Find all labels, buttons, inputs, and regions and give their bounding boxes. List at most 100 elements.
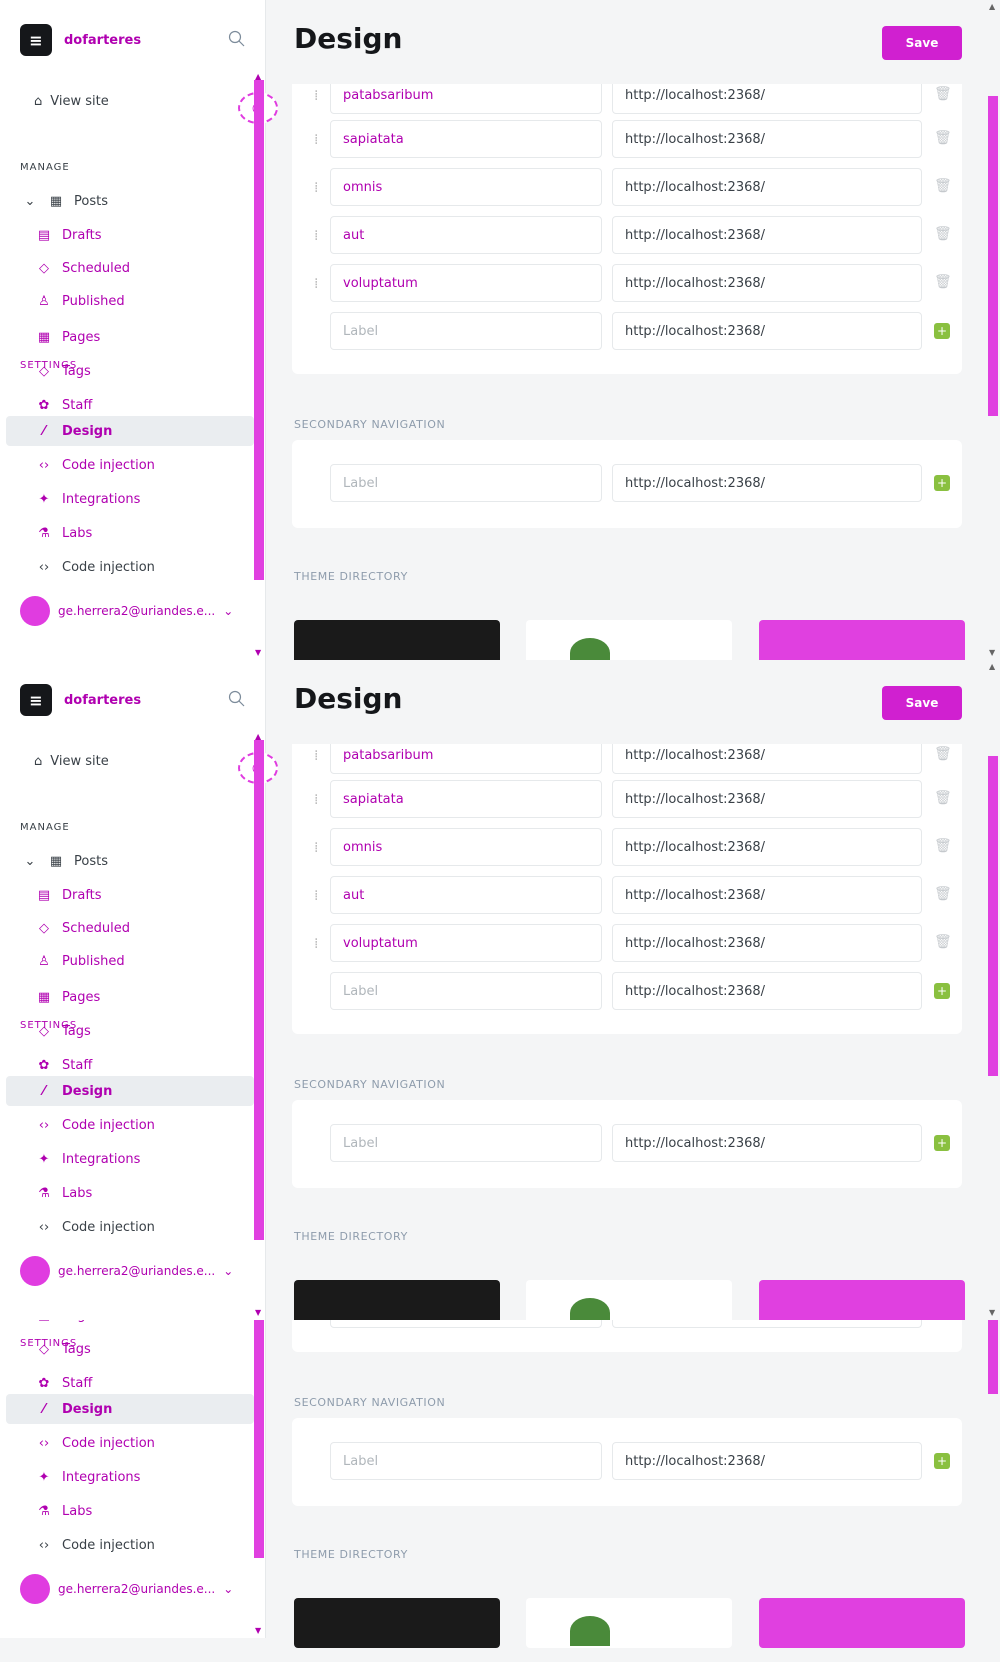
main-scrollbar[interactable] xyxy=(988,96,998,416)
nav-url-input[interactable]: http://localhost:2368/ xyxy=(612,780,922,818)
trash-icon[interactable]: 🗑 xyxy=(934,934,952,950)
trash-icon[interactable]: 🗑 xyxy=(934,274,952,290)
add-icon[interactable]: + xyxy=(934,475,950,491)
scroll-down-icon[interactable]: ▼ xyxy=(989,648,995,657)
drag-handle-icon[interactable]: ⁞ xyxy=(314,936,318,952)
nav-url-input[interactable]: http://localhost:2368/ xyxy=(612,924,922,962)
scroll-down-icon[interactable]: ▼ xyxy=(989,1308,995,1317)
sidebar-item-code-injection[interactable]: ‹› Code injection xyxy=(36,1432,155,1454)
sidebar-scrollbar[interactable] xyxy=(254,80,264,580)
sidebar-item-pages[interactable]: ▦ Pages xyxy=(36,326,100,348)
save-button[interactable]: Save xyxy=(882,26,962,60)
nav-label-input[interactable]: sapiatata xyxy=(330,780,602,818)
sidebar-item-posts[interactable]: ⌄ ▦ Posts xyxy=(22,850,108,872)
secondary-url-input[interactable]: http://localhost:2368/ xyxy=(612,1442,922,1480)
theme-thumbnail[interactable] xyxy=(294,620,500,660)
sidebar-item-integrations[interactable]: ✦ Integrations xyxy=(36,1466,141,1488)
secondary-label-input[interactable]: Label xyxy=(330,1124,602,1162)
new-url-input[interactable]: http://localhost:2368/ xyxy=(612,1320,922,1328)
drag-handle-icon[interactable]: ⁞ xyxy=(314,276,318,292)
sidebar-item-drafts[interactable]: ▤ Drafts xyxy=(36,224,102,246)
nav-url-input[interactable]: http://localhost:2368/ xyxy=(612,216,922,254)
scroll-up-icon[interactable]: ▲ xyxy=(989,662,995,671)
new-url-input[interactable]: http://localhost:2368/ xyxy=(612,972,922,1010)
scroll-down-icon[interactable]: ▼ xyxy=(255,1308,261,1317)
add-icon[interactable]: + xyxy=(934,1453,950,1469)
nav-url-input[interactable]: http://localhost:2368/ xyxy=(612,168,922,206)
secondary-label-input[interactable]: Label xyxy=(330,464,602,502)
nav-label-input[interactable]: aut xyxy=(330,876,602,914)
drag-handle-icon[interactable]: ⁞ xyxy=(314,88,318,104)
trash-icon[interactable]: 🗑 xyxy=(934,226,952,242)
user-menu[interactable]: ge.herrera2@uriandes.e... ⌄ xyxy=(20,1256,233,1286)
sidebar-item-tags[interactable]: ◇ Tags xyxy=(36,1020,91,1042)
add-icon[interactable]: + xyxy=(934,1135,950,1151)
secondary-label-input[interactable]: Label xyxy=(330,1442,602,1480)
view-site-link[interactable]: ⌂ View site xyxy=(34,94,109,109)
nav-label-input[interactable]: sapiatata xyxy=(330,120,602,158)
sidebar-item-design[interactable]: ⁄ Design xyxy=(36,1398,112,1420)
save-button[interactable]: Save xyxy=(882,686,962,720)
secondary-url-input[interactable]: http://localhost:2368/ xyxy=(612,1124,922,1162)
sidebar-item-published[interactable]: ♙ Published xyxy=(36,290,124,312)
sidebar-item-labs[interactable]: ⚗ Labs xyxy=(36,1500,92,1522)
theme-thumbnail[interactable] xyxy=(294,1280,500,1320)
sidebar-item-integrations[interactable]: ✦ Integrations xyxy=(36,1148,141,1170)
secondary-url-input[interactable]: http://localhost:2368/ xyxy=(612,464,922,502)
user-menu[interactable]: ge.herrera2@uriandes.e... ⌄ xyxy=(20,1574,233,1604)
nav-label-input[interactable]: omnis xyxy=(330,168,602,206)
scroll-up-icon[interactable]: ▲ xyxy=(255,72,261,81)
sidebar-item-published[interactable]: ♙ Published xyxy=(36,950,124,972)
new-label-input[interactable]: Label xyxy=(330,972,602,1010)
nav-label-input[interactable]: voluptatum xyxy=(330,264,602,302)
trash-icon[interactable]: 🗑 xyxy=(934,838,952,854)
scroll-down-icon[interactable]: ▼ xyxy=(255,1626,261,1635)
sidebar-item-code-injection-2[interactable]: ‹› Code injection xyxy=(36,1534,155,1556)
sidebar-item-pages[interactable]: ▦ Pages xyxy=(36,986,100,1008)
brand[interactable]: ≡ dofarteres xyxy=(20,24,141,56)
drag-handle-icon[interactable]: ⁞ xyxy=(314,228,318,244)
trash-icon[interactable]: 🗑 xyxy=(934,130,952,146)
trash-icon[interactable]: 🗑 xyxy=(934,746,952,762)
new-url-input[interactable]: http://localhost:2368/ xyxy=(612,312,922,350)
new-label-input[interactable]: Label xyxy=(330,312,602,350)
trash-icon[interactable]: 🗑 xyxy=(934,790,952,806)
sidebar-item-integrations[interactable]: ✦ Integrations xyxy=(36,488,141,510)
theme-thumbnail[interactable] xyxy=(526,1598,732,1648)
drag-handle-icon[interactable]: ⁞ xyxy=(314,132,318,148)
sidebar-item-staff[interactable]: ✿ Staff xyxy=(36,1372,93,1394)
trash-icon[interactable]: 🗑 xyxy=(934,886,952,902)
theme-thumbnail[interactable] xyxy=(759,1598,965,1648)
sidebar-item-staff[interactable]: ✿ Staff xyxy=(36,394,93,416)
theme-thumbnail[interactable] xyxy=(759,620,965,660)
sidebar-item-code-injection[interactable]: ‹› Code injection xyxy=(36,1114,155,1136)
search-icon[interactable] xyxy=(228,30,246,48)
sidebar-item-code-injection[interactable]: ‹› Code injection xyxy=(36,454,155,476)
add-icon[interactable]: + xyxy=(934,323,950,339)
nav-url-input[interactable]: http://localhost:2368/ xyxy=(612,120,922,158)
search-icon[interactable] xyxy=(228,690,246,708)
main-scrollbar[interactable] xyxy=(988,1320,998,1394)
sidebar-item-design[interactable]: ⁄ Design xyxy=(36,420,112,442)
drag-handle-icon[interactable]: ⁞ xyxy=(314,840,318,856)
theme-thumbnail[interactable] xyxy=(294,1598,500,1648)
sidebar-scrollbar[interactable] xyxy=(254,1320,264,1558)
trash-icon[interactable]: 🗑 xyxy=(934,178,952,194)
sidebar-item-tags[interactable]: ◇ Tags xyxy=(36,360,91,382)
sidebar-scrollbar[interactable] xyxy=(254,740,264,1240)
sidebar-item-code-injection-2[interactable]: ‹› Code injection xyxy=(36,1216,155,1238)
sidebar-item-labs[interactable]: ⚗ Labs xyxy=(36,522,92,544)
nav-label-input[interactable]: aut xyxy=(330,216,602,254)
sidebar-item-labs[interactable]: ⚗ Labs xyxy=(36,1182,92,1204)
add-icon[interactable]: + xyxy=(934,983,950,999)
nav-label-input[interactable]: omnis xyxy=(330,828,602,866)
new-label-input[interactable]: Label xyxy=(330,1320,602,1328)
sidebar-item-staff[interactable]: ✿ Staff xyxy=(36,1054,93,1076)
user-menu[interactable]: ge.herrera2@uriandes.e... ⌄ xyxy=(20,596,233,626)
sidebar-item-pages[interactable]: ▦ Pages xyxy=(36,1320,100,1326)
theme-thumbnail[interactable] xyxy=(526,620,732,660)
nav-url-input[interactable]: http://localhost:2368/ xyxy=(612,264,922,302)
drag-handle-icon[interactable]: ⁞ xyxy=(314,180,318,196)
drag-handle-icon[interactable]: ⁞ xyxy=(314,888,318,904)
scroll-up-icon[interactable]: ▲ xyxy=(255,732,261,741)
